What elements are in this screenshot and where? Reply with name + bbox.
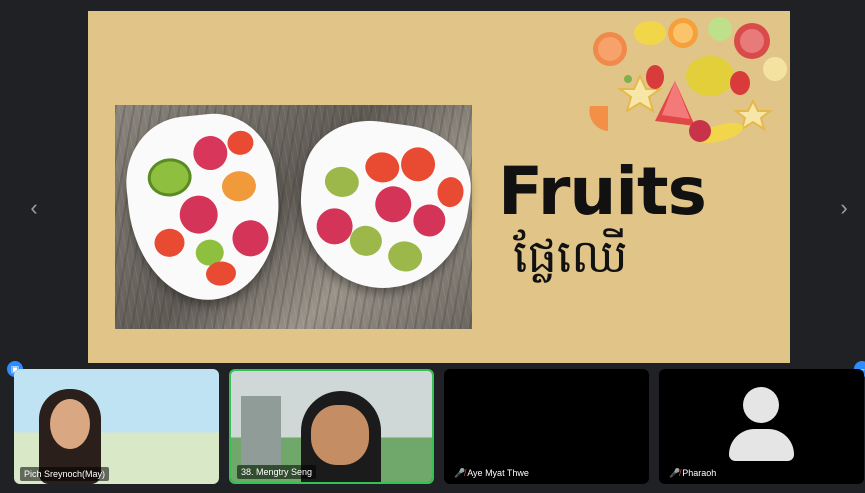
- participant-tile-1[interactable]: Pich Sreynoch(May): [14, 369, 219, 484]
- participant-name: Pich Sreynoch(May): [20, 467, 110, 481]
- mic-muted-icon: 🎤̸: [454, 468, 466, 478]
- slide-subtitle: ផ្លែឈើ: [513, 229, 628, 283]
- participant-name-tag: 🎤̸ Pharaoh: [665, 466, 721, 481]
- previous-page-button[interactable]: ‹: [24, 196, 44, 220]
- heart-bowl-right: [289, 112, 479, 299]
- participant-tile-2[interactable]: 38. Mengtry Seng: [229, 369, 434, 484]
- fruit-salad-photo: [115, 105, 479, 329]
- heart-bowl-left: [119, 107, 289, 308]
- chevron-right-icon: ›: [840, 195, 848, 220]
- default-avatar-icon: [743, 387, 779, 423]
- fruit-decoration-image: [589, 17, 787, 143]
- slide-title: Fruits: [498, 153, 707, 230]
- chevron-left-icon: ‹: [30, 195, 38, 220]
- participant-name-tag: 🎤̸ Aye Myat Thwe: [450, 466, 533, 481]
- participant-tile-3[interactable]: 🎤̸ Aye Myat Thwe: [444, 369, 649, 484]
- meeting-stage: ‹ › Fruits ផ្លែឈើ – Pich Sreynoch(May) 3…: [0, 0, 865, 493]
- shared-slide: Fruits ផ្លែឈើ: [88, 11, 790, 363]
- mic-muted-icon: 🎤̸: [669, 468, 681, 478]
- participant-tile-4[interactable]: 🎤̸ Pharaoh: [659, 369, 864, 484]
- participant-name: 38. Mengtry Seng: [237, 465, 317, 479]
- next-page-button[interactable]: ›: [834, 196, 854, 220]
